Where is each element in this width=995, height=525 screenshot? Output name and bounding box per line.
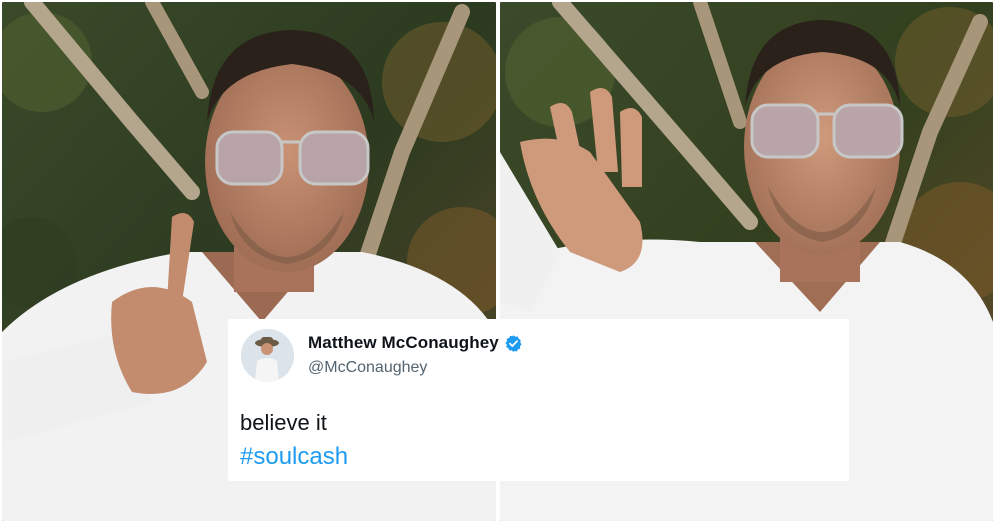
tweet-text: believe it — [240, 410, 327, 435]
name-row: Matthew McConaughey — [308, 333, 523, 353]
hashtag-link[interactable]: #soulcash — [240, 443, 348, 471]
avatar-image — [241, 329, 294, 382]
verified-badge-icon — [505, 334, 522, 352]
user-handle[interactable]: @McConaughey — [308, 359, 427, 377]
display-name[interactable]: Matthew McConaughey — [308, 333, 499, 353]
avatar[interactable] — [241, 329, 294, 382]
tweet-card: Matthew McConaughey @McConaughey believe… — [228, 319, 849, 481]
